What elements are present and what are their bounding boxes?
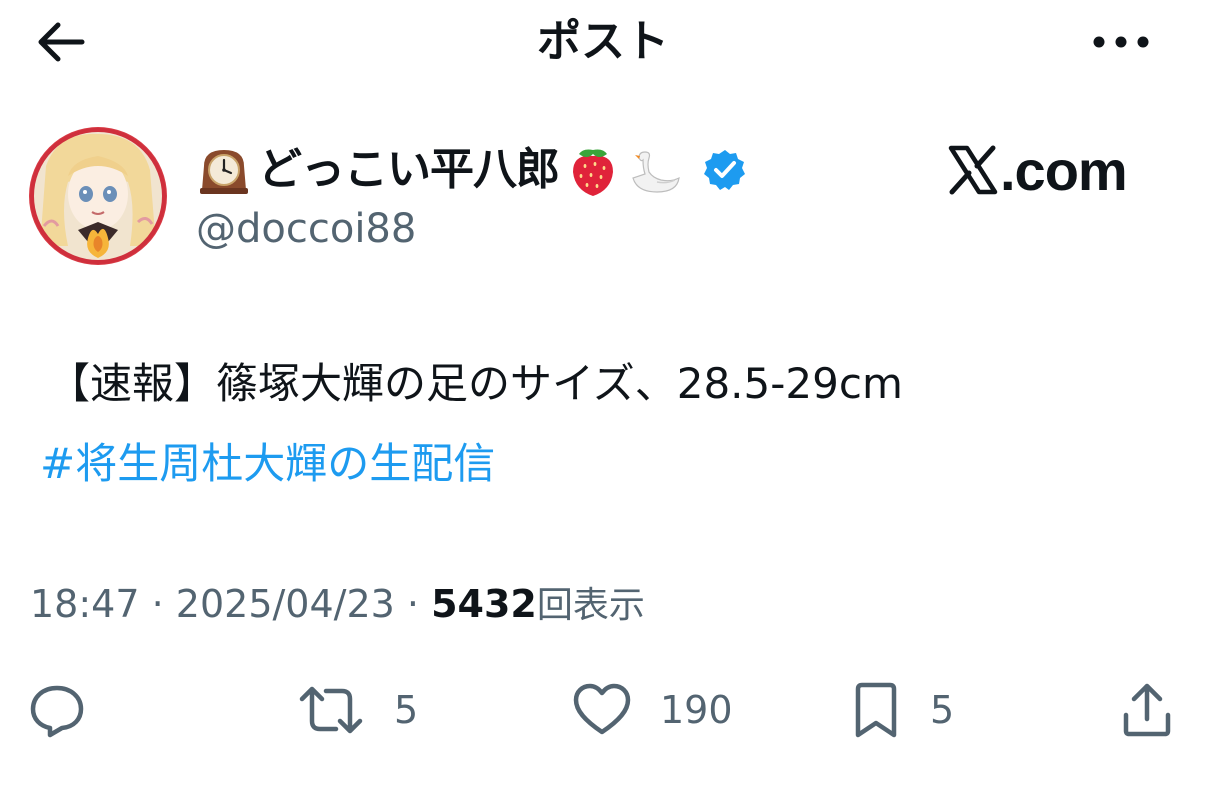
share-button[interactable] bbox=[1118, 680, 1176, 740]
meta-separator: · bbox=[406, 582, 420, 626]
share-icon bbox=[1123, 683, 1171, 737]
heart-icon bbox=[573, 683, 631, 735]
retweet-button[interactable]: 5 bbox=[296, 680, 418, 740]
post-meta: 18:47 · 2025/04/23 · 5432回表示 bbox=[30, 580, 645, 630]
strawberry-emoji-icon bbox=[565, 142, 621, 198]
views-count[interactable]: 5432 bbox=[431, 582, 537, 626]
avatar[interactable] bbox=[28, 126, 168, 266]
swan-emoji-icon bbox=[627, 142, 683, 198]
watermark-text: .com bbox=[1000, 138, 1128, 202]
display-name-text: どっこい平八郎 bbox=[258, 144, 560, 195]
views-label[interactable]: 回表示 bbox=[537, 585, 645, 626]
like-count: 190 bbox=[660, 688, 733, 732]
x-logo-icon bbox=[948, 145, 998, 195]
mantelpiece-clock-emoji-icon bbox=[196, 142, 252, 198]
top-bar: ポスト bbox=[0, 0, 1206, 84]
avatar-image bbox=[29, 127, 167, 265]
reply-button[interactable] bbox=[28, 680, 86, 740]
bookmark-count: 5 bbox=[930, 688, 955, 732]
action-bar: 5 190 5 bbox=[0, 670, 1206, 750]
post-time[interactable]: 18:47 bbox=[30, 582, 140, 626]
more-horizontal-icon bbox=[1093, 36, 1149, 48]
retweet-count: 5 bbox=[394, 688, 419, 732]
hashtag-link[interactable]: #将生周杜大輝の生配信 bbox=[40, 436, 495, 492]
bookmark-icon bbox=[855, 682, 897, 738]
page-title: ポスト bbox=[537, 16, 669, 67]
meta-separator: · bbox=[151, 582, 164, 626]
post-text: 【速報】篠塚大輝の足のサイズ、28.5-29cm bbox=[48, 359, 903, 408]
verified-badge-icon[interactable] bbox=[703, 148, 747, 192]
like-button[interactable]: 190 bbox=[572, 680, 733, 740]
reply-bubble-icon bbox=[30, 685, 84, 738]
user-handle[interactable]: @doccoi88 bbox=[196, 205, 416, 253]
post-date[interactable]: 2025/04/23 bbox=[176, 582, 395, 626]
x-com-watermark: .com bbox=[948, 138, 1128, 202]
display-name[interactable]: どっこい平八郎 bbox=[196, 140, 747, 200]
more-options-button[interactable] bbox=[1086, 18, 1156, 66]
retweet-icon bbox=[299, 686, 363, 734]
bookmark-button[interactable]: 5 bbox=[850, 680, 954, 740]
